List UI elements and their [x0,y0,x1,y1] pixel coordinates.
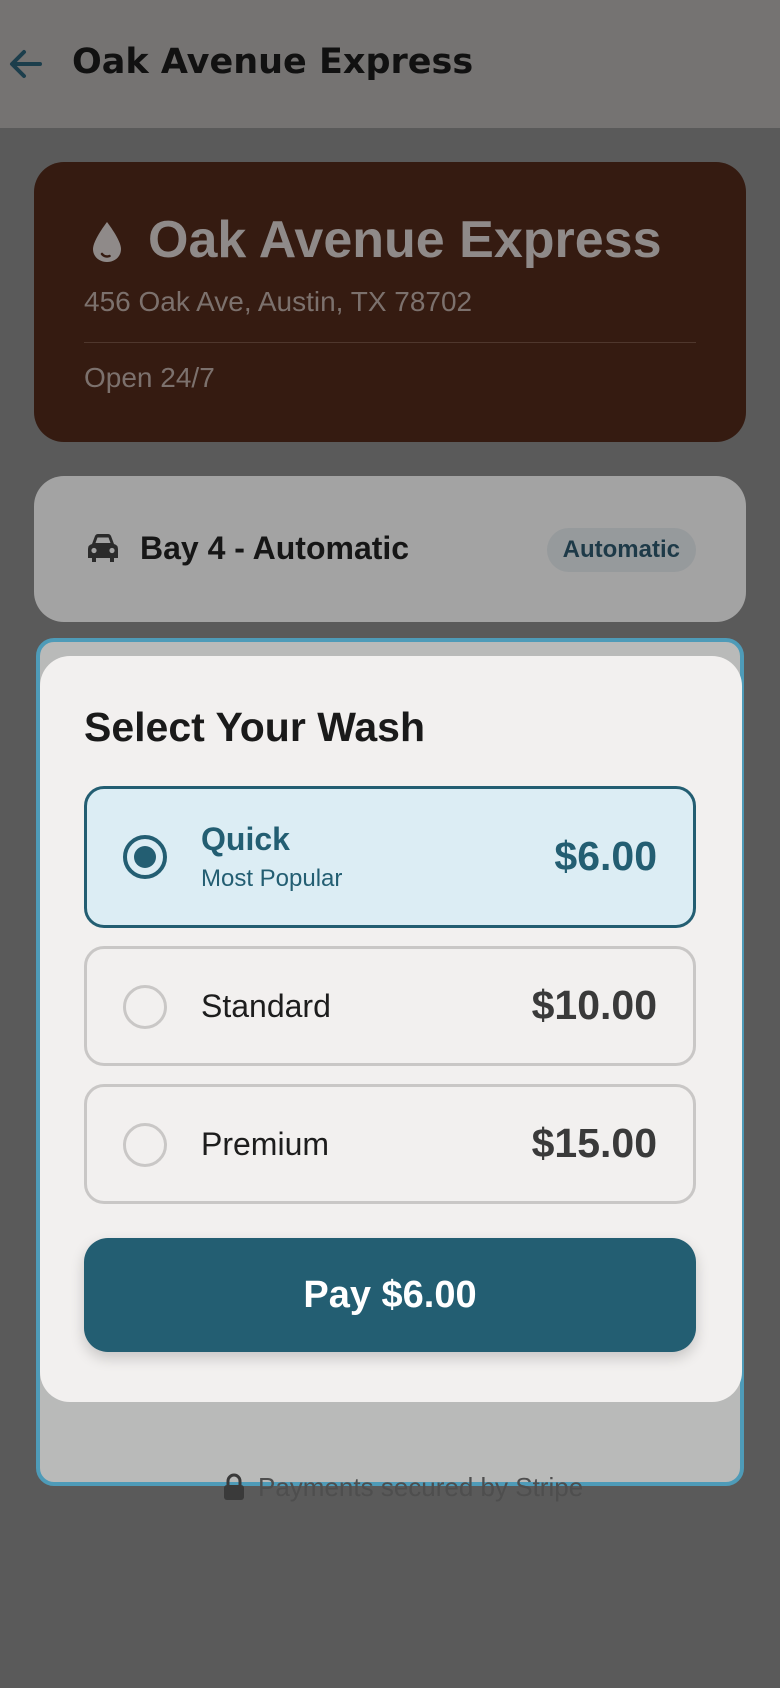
option-name: Standard [201,988,331,1024]
station-card: Oak Avenue Express 456 Oak Ave, Austin, … [34,162,746,442]
radio-selected[interactable] [123,835,167,879]
bay-type-badge: Automatic [546,528,696,572]
app-header: Oak Avenue Express [0,0,780,128]
radio-dot [134,846,156,868]
option-price: $15.00 [531,1120,657,1166]
option-price: $10.00 [531,982,657,1028]
car-icon [88,534,118,562]
back-button[interactable] [4,42,48,86]
wash-selection-sheet: Select Your Wash Quick Most Popular $6.0… [40,656,742,1402]
payment-security-note: Payments secured by Stripe [222,1470,583,1504]
wash-option-standard[interactable]: Standard $10.00 [84,946,696,1066]
station-address: 456 Oak Ave, Austin, TX 78702 [84,286,473,317]
pay-button[interactable]: Pay $6.00 [84,1238,696,1352]
checkout-screen: Oak Avenue Express Oak Avenue Express 45… [0,0,780,1688]
lock-icon [224,1473,244,1500]
bay-card: Bay 4 - Automatic Automatic [34,476,746,622]
radio-unselected[interactable] [123,985,167,1029]
option-name: Quick [201,821,290,857]
option-subtitle: Most Popular [201,865,343,892]
water-drop-icon [93,222,121,262]
station-hours: Open 24/7 [84,362,215,393]
station-name: Oak Avenue Express [148,211,662,269]
wash-option-premium[interactable]: Premium $15.00 [84,1084,696,1204]
radio-unselected[interactable] [123,1123,167,1167]
option-name: Premium [201,1126,330,1162]
secure-text: Payments secured by Stripe [258,1471,584,1502]
header-title: Oak Avenue Express [72,42,474,82]
option-price: $6.00 [554,833,657,879]
bay-name: Bay 4 - Automatic [140,530,410,566]
wash-option-quick[interactable]: Quick Most Popular $6.00 [84,786,696,928]
arrow-left-icon [10,50,42,78]
station-divider [84,342,696,343]
sheet-title: Select Your Wash [84,704,426,750]
